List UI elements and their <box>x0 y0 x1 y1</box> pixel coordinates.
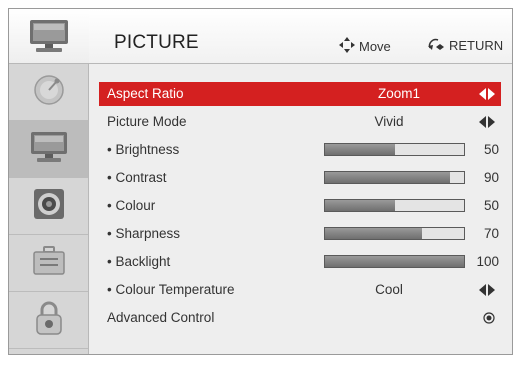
return-hint-label: RETURN <box>449 38 504 53</box>
contrast-value: 90 <box>483 170 499 185</box>
menu-item-backlight[interactable]: • Backlight 100 <box>99 250 501 274</box>
menu-item-colour[interactable]: • Colour 50 <box>99 194 501 218</box>
colour-value: 50 <box>483 198 499 213</box>
brightness-slider-fill <box>325 144 395 155</box>
return-arrow-icon <box>427 37 445 54</box>
sidebar-item-lock[interactable] <box>9 292 88 349</box>
picture-category-icon <box>28 18 70 59</box>
contrast-slider-fill <box>325 172 451 183</box>
brightness-slider[interactable] <box>324 143 465 156</box>
picture-mode-value: Vivid <box>374 114 404 129</box>
category-rail <box>9 9 89 354</box>
move-arrows-icon <box>339 37 355 56</box>
advanced-control-label: Advanced Control <box>107 310 215 325</box>
menu-item-advanced-control[interactable]: Advanced Control <box>99 306 501 330</box>
backlight-value: 100 <box>476 254 499 269</box>
colour-slider[interactable] <box>324 199 465 212</box>
toolbox-icon <box>31 245 67 282</box>
sharpness-slider[interactable] <box>324 227 465 240</box>
backlight-slider[interactable] <box>324 255 465 268</box>
left-right-arrows-icon[interactable] <box>479 284 495 299</box>
menu-item-colour-temperature[interactable]: • Colour Temperature Cool <box>99 278 501 302</box>
sharpness-slider-fill <box>325 228 423 239</box>
menu-item-contrast[interactable]: • Contrast 90 <box>99 166 501 190</box>
colour-temperature-label: • Colour Temperature <box>107 282 235 297</box>
sidebar-item-picture[interactable] <box>9 121 88 178</box>
move-hint-label: Move <box>359 39 391 54</box>
menu-item-picture-mode[interactable]: Picture Mode Vivid <box>99 110 501 134</box>
speaker-icon <box>31 186 67 227</box>
enter-submenu-icon[interactable] <box>483 312 495 327</box>
sidebar-item-setup[interactable] <box>9 235 88 292</box>
sharpness-label: • Sharpness <box>107 226 181 241</box>
satellite-dish-icon <box>31 72 67 113</box>
brightness-label: • Brightness <box>107 142 180 157</box>
aspect-ratio-label: Aspect Ratio <box>107 86 184 101</box>
rail-header <box>9 9 89 64</box>
picture-menu-panel: PICTURE Move RETURN Aspect Ratio Zoom1 P… <box>8 8 513 355</box>
colour-temperature-value: Cool <box>375 282 403 297</box>
backlight-slider-fill <box>325 256 464 267</box>
padlock-icon <box>34 300 64 341</box>
left-right-arrows-icon[interactable] <box>479 88 495 103</box>
page-title: PICTURE <box>114 32 199 53</box>
contrast-label: • Contrast <box>107 170 167 185</box>
colour-slider-fill <box>325 200 395 211</box>
rail-body <box>9 64 89 354</box>
tv-monitor-icon <box>29 130 69 169</box>
backlight-label: • Backlight <box>107 254 171 269</box>
menu-item-brightness[interactable]: • Brightness 50 <box>99 138 501 162</box>
sharpness-value: 70 <box>483 226 499 241</box>
left-right-arrows-icon[interactable] <box>479 116 495 131</box>
menu-header: PICTURE Move RETURN <box>89 9 512 64</box>
return-hint[interactable]: RETURN <box>427 37 503 54</box>
menu-item-aspect-ratio[interactable]: Aspect Ratio Zoom1 <box>99 82 501 106</box>
sidebar-item-channel[interactable] <box>9 64 88 121</box>
picture-mode-label: Picture Mode <box>107 114 187 129</box>
menu-item-sharpness[interactable]: • Sharpness 70 <box>99 222 501 246</box>
sidebar-item-sound[interactable] <box>9 178 88 235</box>
brightness-value: 50 <box>483 142 499 157</box>
move-hint: Move <box>339 37 391 56</box>
colour-label: • Colour <box>107 198 156 213</box>
aspect-ratio-value: Zoom1 <box>377 86 421 101</box>
contrast-slider[interactable] <box>324 171 465 184</box>
menu-content: Aspect Ratio Zoom1 Picture Mode Vivid • … <box>89 64 512 354</box>
